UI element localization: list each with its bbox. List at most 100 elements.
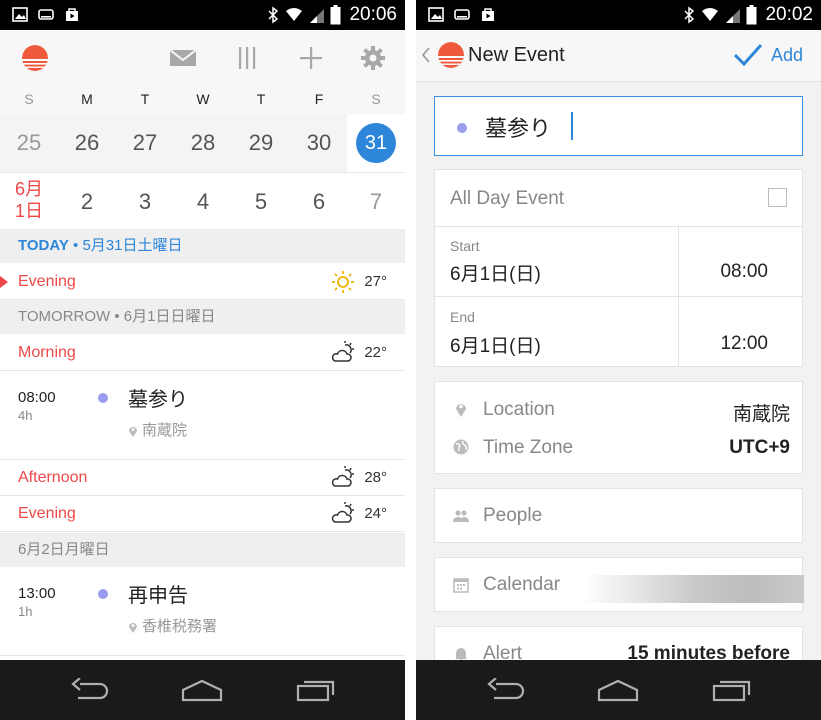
calendar-app-bar (0, 30, 405, 86)
bluetooth-icon (268, 6, 279, 24)
timezone-value[interactable]: UTC+9 (729, 437, 790, 459)
location-card: Location 南蔵院 Time Zone UTC+9 (434, 381, 803, 474)
weekday-header: S M T W T F S (0, 86, 405, 114)
weather-row[interactable]: Evening 27° (0, 264, 405, 300)
partly-cloudy-icon (331, 466, 354, 487)
weather-row[interactable]: Afternoon 28° (0, 460, 405, 496)
calendar-screen: 20:06 S M T W T F S 25 26 27 28 29 30 31… (0, 0, 405, 720)
sunrise-logo-icon (22, 45, 48, 71)
play-store-notification-icon (482, 8, 494, 21)
drive-notification-icon (38, 9, 54, 20)
event-time: 13:00 (18, 585, 56, 602)
location-pin-icon (129, 622, 137, 633)
event-item[interactable]: 08:00 4h 墓参り 南蔵院 (0, 372, 405, 460)
back-nav-icon[interactable] (70, 678, 110, 702)
play-store-notification-icon (66, 8, 78, 21)
battery-icon (330, 5, 341, 25)
calendar-selection-blurred (582, 575, 804, 603)
start-date-value: 6月1日(日) (450, 264, 541, 285)
all-day-checkbox[interactable] (768, 188, 787, 207)
recent-apps-nav-icon[interactable] (296, 678, 336, 702)
text-cursor (571, 112, 573, 140)
status-bar: 20:02 (416, 0, 821, 30)
event-title: 墓参り (128, 387, 188, 411)
day-cell[interactable]: 7 (347, 173, 405, 231)
home-nav-icon[interactable] (181, 678, 223, 702)
event-duration: 1h (18, 604, 33, 619)
day-cell-month-start[interactable]: 6月 1日 (0, 173, 58, 231)
calendar-card[interactable]: Calendar (434, 557, 804, 612)
day-cell[interactable]: 28 (174, 114, 232, 172)
partly-cloudy-icon (331, 341, 354, 362)
home-nav-icon[interactable] (597, 678, 639, 702)
period-label: Morning (18, 344, 76, 361)
add-event-icon[interactable] (298, 45, 324, 71)
all-day-label: All Day Event (450, 188, 565, 209)
event-color-dot (98, 393, 108, 403)
page-title: New Event (468, 44, 565, 66)
settings-gear-icon[interactable] (360, 45, 386, 71)
calendar-color-dot (457, 123, 467, 133)
event-title-input[interactable]: 墓参り (434, 96, 803, 156)
day-cell[interactable]: 29 (232, 114, 290, 172)
location-label[interactable]: Location (483, 399, 555, 421)
image-notification-icon (12, 7, 28, 22)
event-color-dot (98, 589, 108, 599)
day-cell[interactable]: 5 (232, 173, 290, 231)
weekday-label: T (140, 91, 150, 107)
battery-icon (746, 5, 757, 25)
mail-icon[interactable] (170, 45, 196, 71)
sunrise-logo-icon[interactable] (438, 42, 464, 68)
day-cell[interactable]: 6 (290, 173, 348, 231)
day-cell-today[interactable]: 31 (347, 114, 405, 172)
week-view-icon[interactable] (234, 45, 260, 71)
day-cell[interactable]: 3 (116, 173, 174, 231)
temperature: 28° (364, 469, 387, 486)
weather-row[interactable]: Morning 22° (0, 335, 405, 371)
location-value[interactable]: 南蔵院 (733, 399, 790, 426)
back-chevron-icon[interactable] (422, 47, 430, 63)
android-nav-bar (0, 660, 405, 720)
period-label: Evening (18, 273, 76, 290)
day-cell[interactable]: 4 (174, 173, 232, 231)
today-label: TODAY (18, 237, 69, 254)
weather-row[interactable]: Evening 24° (0, 496, 405, 532)
period-label: Evening (18, 505, 76, 522)
location-pin-icon (456, 404, 466, 417)
people-icon (453, 510, 469, 522)
people-label: People (483, 505, 543, 526)
add-button[interactable]: Add (771, 45, 803, 66)
day-cell[interactable]: 26 (58, 114, 116, 172)
recent-apps-nav-icon[interactable] (712, 678, 752, 702)
event-duration: 4h (18, 408, 33, 423)
end-time-field[interactable]: 12:00 (720, 333, 768, 355)
sun-icon (332, 271, 354, 293)
people-card[interactable]: People (434, 488, 803, 543)
day-cell[interactable]: 27 (116, 114, 174, 172)
event-time: 08:00 (18, 389, 56, 406)
end-date-field[interactable]: End 6月1日(日) (435, 297, 678, 367)
period-label: Afternoon (18, 469, 88, 486)
day-cell[interactable]: 25 (0, 114, 58, 172)
weekday-label: F (314, 91, 324, 107)
today-date: 31 (356, 123, 396, 163)
new-event-screen: 20:02 New Event Add 墓参り All Day Event St… (416, 0, 821, 720)
calendar-icon (453, 578, 469, 593)
globe-icon (453, 439, 469, 455)
signal-icon (310, 9, 325, 23)
timezone-label[interactable]: Time Zone (483, 437, 573, 459)
image-notification-icon (428, 7, 444, 22)
day-cell[interactable]: 30 (290, 114, 348, 172)
start-label: Start (450, 238, 480, 254)
start-time-field[interactable]: 08:00 (720, 261, 768, 283)
tomorrow-section-header: TOMORROW • 6月1日日曜日 (0, 300, 405, 334)
day-cell[interactable]: 2 (58, 173, 116, 231)
weekday-label: S (24, 91, 34, 107)
checkmark-icon[interactable] (733, 42, 763, 68)
event-location: 南蔵院 (128, 419, 187, 440)
back-nav-icon[interactable] (486, 678, 526, 702)
temperature: 22° (364, 344, 387, 361)
event-item[interactable]: 13:00 1h 再申告 香椎税務署 (0, 568, 405, 656)
drive-notification-icon (454, 9, 470, 20)
start-date-field[interactable]: Start 6月1日(日) (435, 227, 678, 297)
